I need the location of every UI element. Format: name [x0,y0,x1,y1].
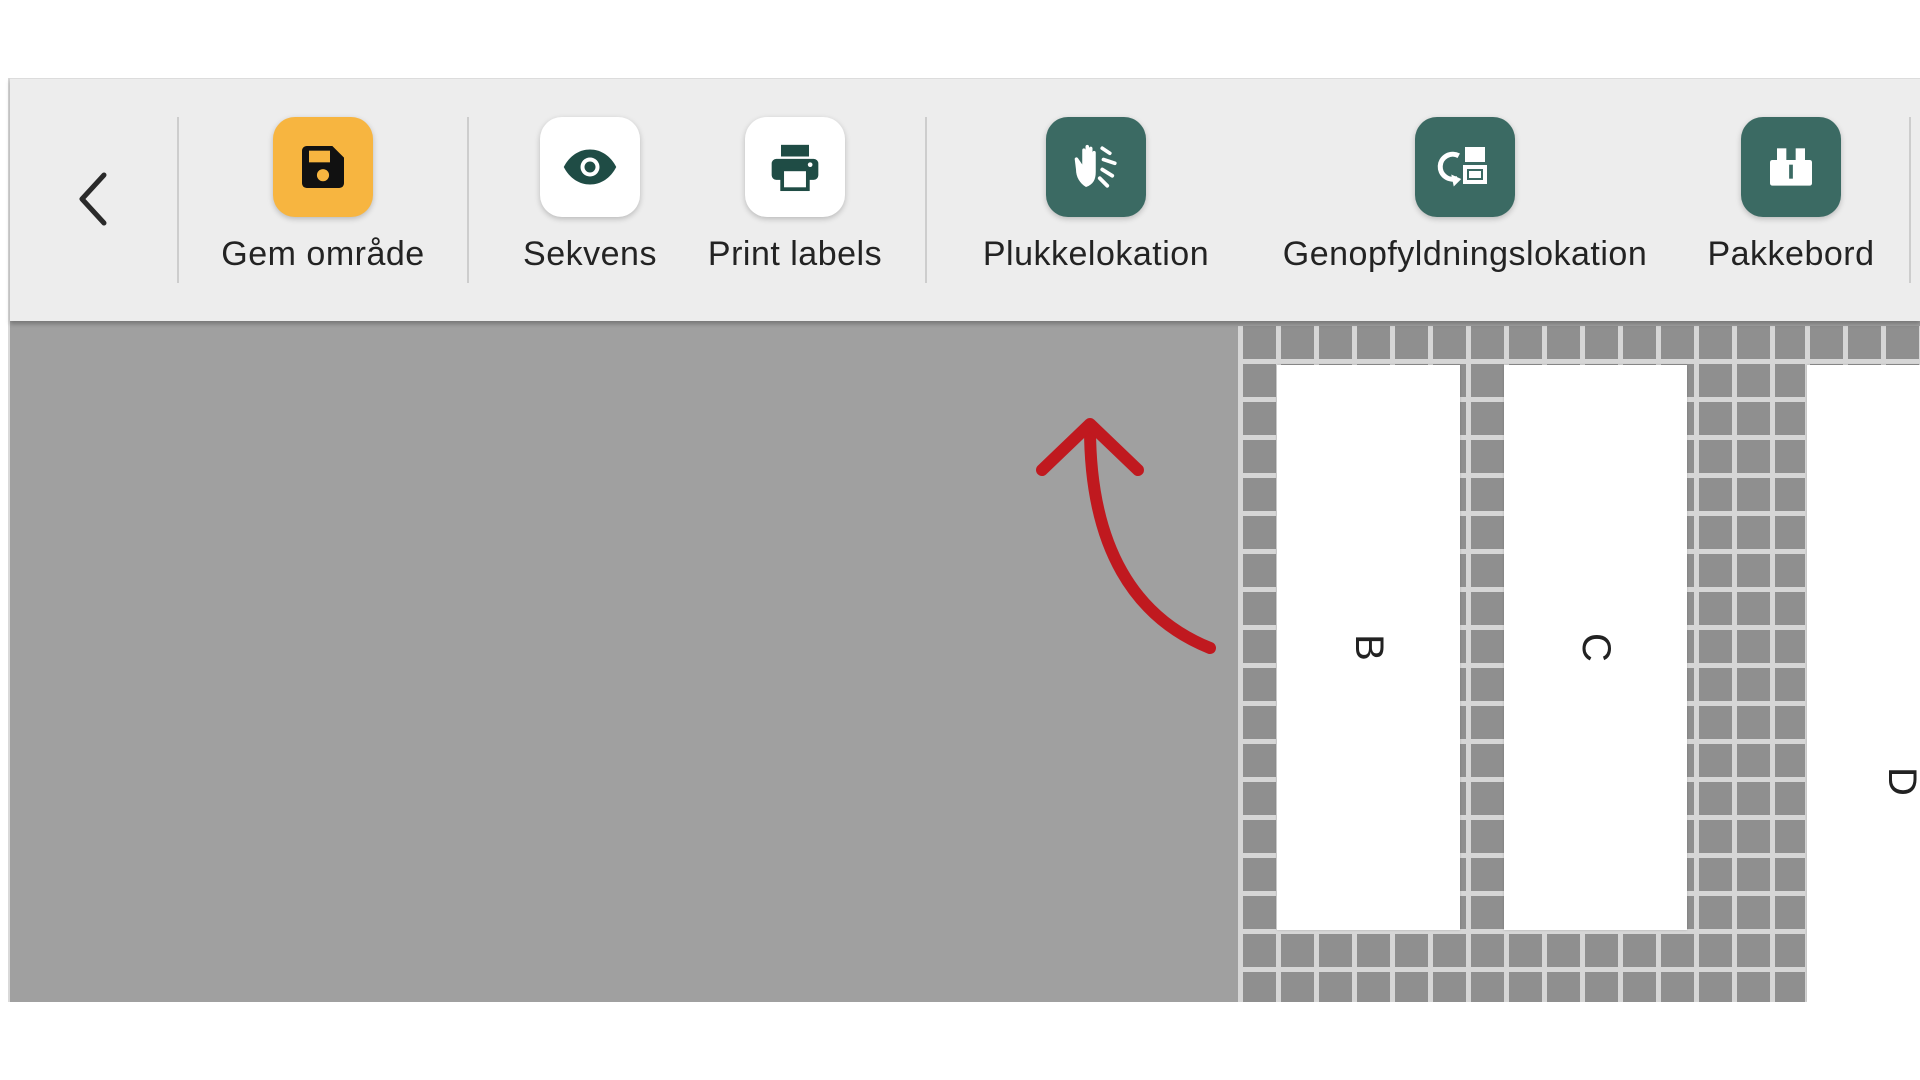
rack-b[interactable]: B [1277,365,1460,930]
save-area-button[interactable]: Gem område [191,117,455,277]
rack-d[interactable]: D [1807,365,1920,1002]
toolbar-separator [177,117,179,283]
hand-pick-icon [1074,144,1117,188]
replenishment-location-label: Genopfyldningslokation [1282,235,1648,273]
save-area-tile [273,117,373,217]
print-labels-button[interactable]: Print labels [690,117,900,277]
pick-location-tile [1046,117,1146,217]
packing-table-label: Pakkebord [1707,235,1875,273]
save-area-label: Gem område [221,235,425,273]
sequence-tile [540,117,640,217]
pick-location-label: Plukkelokation [982,235,1210,273]
rack-label: C [1573,633,1618,662]
printer-icon [771,144,819,192]
area-canvas[interactable]: B C D [10,321,1920,1002]
replenishment-location-tile [1415,117,1515,217]
packing-table-button[interactable]: Pakkebord [1693,117,1889,277]
floppy-disk-icon [302,146,344,188]
rack-label: D [1880,767,1920,796]
toolbar-separator [1909,117,1911,283]
pick-location-button[interactable]: Plukkelokation [960,117,1232,277]
eye-icon [563,149,617,185]
annotation-arrow [1036,418,1216,654]
warehouse-area-editor: Gem område Sekvens Print labels Plukkelo… [0,78,1920,1002]
sequence-button[interactable]: Sekvens [498,117,682,277]
chevron-left-icon [79,172,107,226]
replenish-icon [1437,147,1487,187]
editor-toolbar: Gem område Sekvens Print labels Plukkelo… [10,78,1920,321]
toolbar-separator [467,117,469,283]
rack-label: B [1347,634,1391,661]
packing-table-tile [1741,117,1841,217]
replenishment-location-button[interactable]: Genopfyldningslokation [1247,117,1683,277]
print-labels-label: Print labels [707,235,883,273]
print-labels-tile [745,117,845,217]
rack-c[interactable]: C [1504,365,1687,930]
toolbar-separator [925,117,927,283]
back-button[interactable] [58,159,130,239]
packing-table-icon [1770,148,1812,186]
sequence-label: Sekvens [523,235,657,273]
